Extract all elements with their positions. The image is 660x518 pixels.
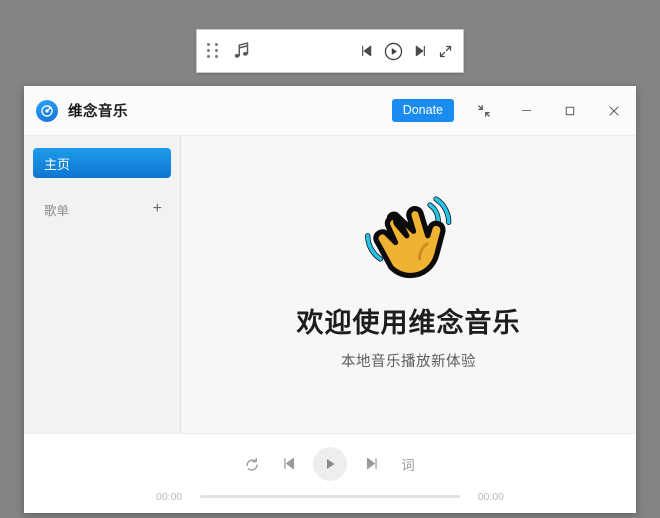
window-body: 主页 歌单 + 欢迎使用维念音乐 本地音乐播放新体验 [24,136,636,433]
repeat-icon[interactable] [241,453,263,475]
mini-play-button[interactable] [383,41,404,62]
add-playlist-button[interactable]: + [151,201,164,217]
donate-button[interactable]: Donate [391,98,454,123]
mini-next-button[interactable] [413,43,429,59]
window-title: 维念音乐 [68,104,128,120]
close-icon[interactable] [592,86,636,135]
maximize-icon[interactable] [548,86,592,135]
transport-controls: 词 [241,446,419,481]
app-brand: 维念音乐 [36,99,128,122]
player-bar: 词 00:00 00:00 [24,433,636,513]
prev-button[interactable] [277,453,299,475]
mini-player-controls [358,41,453,62]
next-button[interactable] [361,453,383,475]
shrink-to-mini-icon[interactable] [464,86,504,135]
title-bar[interactable]: 维念音乐 Donate [24,86,636,136]
expand-icon[interactable] [438,44,453,59]
music-note-icon [231,40,253,62]
waving-hand-icon [361,190,457,291]
window-controls: Donate [391,86,636,135]
sidebar-section-playlists-label: 歌单 [44,203,70,218]
sidebar-item-home[interactable]: 主页 [33,148,171,178]
welcome-title: 欢迎使用维念音乐 [296,307,521,338]
welcome-subtitle: 本地音乐播放新体验 [341,354,476,371]
drag-dots-icon[interactable] [207,43,219,59]
progress-row: 00:00 00:00 [156,491,504,503]
elapsed-time: 00:00 [156,490,183,503]
mini-player-bar[interactable] [196,29,464,73]
mini-player-left-group [207,40,253,62]
sidebar-item-home-label: 主页 [44,156,71,172]
sidebar: 主页 歌单 + [24,136,181,433]
play-button[interactable] [313,446,347,481]
progress-slider[interactable] [200,495,460,498]
lyrics-button[interactable]: 词 [397,454,419,474]
content-area: 欢迎使用维念音乐 本地音乐播放新体验 [181,136,636,433]
minimize-icon[interactable] [504,86,548,135]
main-window: 维念音乐 Donate 主页 歌单 + 欢迎使用维念音乐 本地音乐播放新体验 词… [24,86,636,513]
total-time: 00:00 [477,490,504,503]
mini-prev-button[interactable] [358,43,374,59]
app-logo-icon [36,99,58,122]
sidebar-section-playlists: 歌单 + [33,196,171,222]
